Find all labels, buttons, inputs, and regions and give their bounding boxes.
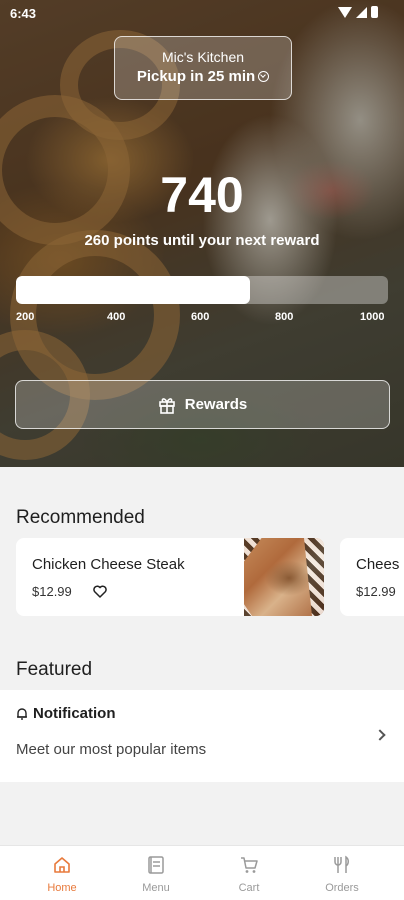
progress-tick-1000: 1000 bbox=[360, 311, 385, 323]
progress-tick-600: 600 bbox=[191, 311, 210, 323]
store-selector[interactable]: Mic's Kitchen Pickup in 25 min bbox=[114, 36, 292, 100]
featured-heading: Notification bbox=[16, 705, 116, 722]
nav-orders[interactable]: Orders bbox=[296, 846, 388, 900]
recommended-item-card[interactable]: Chees $12.99 bbox=[340, 538, 404, 616]
nav-home-label: Home bbox=[47, 882, 77, 894]
item-price: $12.99 bbox=[32, 584, 72, 599]
featured-subtitle: Meet our most popular items bbox=[16, 741, 207, 758]
rewards-progress-bar bbox=[16, 276, 388, 304]
battery-icon bbox=[371, 6, 378, 18]
home-icon bbox=[54, 857, 70, 873]
nav-cart-label: Cart bbox=[238, 882, 260, 894]
menu-icon bbox=[148, 856, 164, 874]
nav-menu[interactable]: Menu bbox=[110, 846, 202, 900]
progress-tick-200: 200 bbox=[16, 311, 35, 323]
chevron-right-icon bbox=[374, 729, 386, 741]
cart-icon bbox=[241, 857, 258, 873]
rewards-progress-fill bbox=[16, 276, 251, 304]
chevron-down-circle-icon bbox=[258, 71, 270, 82]
gift-icon bbox=[158, 397, 175, 414]
store-name: Mic's Kitchen bbox=[161, 49, 245, 65]
pickup-label: Pickup in 25 min bbox=[136, 68, 256, 85]
status-icons bbox=[338, 6, 378, 18]
progress-tick-800: 800 bbox=[275, 311, 294, 323]
points-balance: 740 bbox=[160, 167, 244, 223]
recommended-title: Recommended bbox=[16, 507, 145, 528]
points-until-reward: 260 points until your next reward bbox=[84, 232, 320, 249]
bell-icon bbox=[17, 708, 27, 720]
nav-cart[interactable]: Cart bbox=[203, 846, 295, 900]
item-photo bbox=[244, 538, 324, 616]
progress-tick-400: 400 bbox=[107, 311, 126, 323]
featured-heading-label: Notification bbox=[33, 705, 116, 722]
heart-icon[interactable] bbox=[93, 585, 107, 598]
bottom-navigation: Home Menu Cart Orders bbox=[0, 845, 404, 900]
featured-title: Featured bbox=[16, 659, 93, 680]
item-name: Chees bbox=[356, 556, 400, 573]
nav-orders-label: Orders bbox=[325, 882, 359, 894]
status-bar: 6:43 bbox=[0, 0, 404, 26]
signal-icon bbox=[356, 6, 367, 18]
featured-notification-card[interactable]: Notification Meet our most popular items bbox=[0, 690, 404, 782]
rewards-hero: 6:43 Mic's Kitchen Pickup in 25 min 740 … bbox=[0, 0, 404, 467]
item-price: $12.99 bbox=[356, 584, 396, 599]
rewards-button[interactable]: Rewards bbox=[15, 380, 390, 429]
item-name: Chicken Cheese Steak bbox=[32, 556, 185, 573]
nav-home[interactable]: Home bbox=[16, 846, 108, 900]
pickup-time: Pickup in 25 min bbox=[115, 68, 291, 85]
wifi-icon bbox=[338, 6, 352, 18]
utensils-icon bbox=[334, 855, 349, 873]
nav-menu-label: Menu bbox=[142, 882, 170, 894]
status-time: 6:43 bbox=[10, 6, 37, 21]
rewards-button-label: Rewards bbox=[184, 396, 248, 413]
recommended-item-card[interactable]: Chicken Cheese Steak $12.99 bbox=[16, 538, 324, 616]
